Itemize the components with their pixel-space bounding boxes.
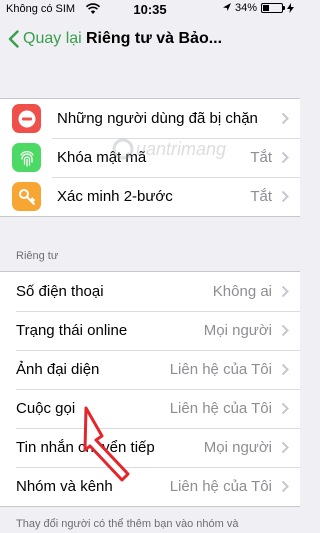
location-icon bbox=[222, 3, 231, 11]
chevron-right-icon bbox=[281, 151, 289, 164]
row-value: Tắt bbox=[250, 188, 272, 205]
two-step-icon-tile bbox=[12, 182, 41, 211]
passcode-icon-tile bbox=[12, 143, 41, 172]
security-group: Những người dùng đã bị chặn Khóa mật mã … bbox=[0, 98, 300, 217]
chevron-right-icon bbox=[281, 324, 289, 337]
row-label: Khóa mật mã bbox=[57, 149, 147, 166]
page-title: Riêng tư và Bảo... bbox=[86, 30, 223, 47]
section-header-privacy: Riêng tư bbox=[16, 250, 59, 262]
charging-icon bbox=[287, 3, 294, 13]
status-bar: Không có SIM 10:35 34% bbox=[0, 0, 300, 20]
profile-photo-row[interactable]: Ảnh đại diện Liên hệ của Tôi bbox=[0, 350, 300, 389]
navigation-bar: Quay lại Riêng tư và Bảo... bbox=[0, 20, 300, 64]
online-status-row[interactable]: Trạng thái online Mọi người bbox=[0, 311, 300, 350]
chevron-right-icon bbox=[281, 441, 289, 454]
blocked-users-row[interactable]: Những người dùng đã bị chặn bbox=[0, 99, 300, 138]
row-label: Tin nhắn chuyển tiếp bbox=[16, 439, 155, 456]
status-right-group: 34% bbox=[222, 2, 294, 14]
row-label: Những người dùng đã bị chặn bbox=[57, 110, 258, 127]
key-icon bbox=[18, 188, 35, 205]
row-label: Trạng thái online bbox=[16, 322, 128, 339]
phone-number-row[interactable]: Số điện thoại Không ai bbox=[0, 272, 300, 311]
battery-icon bbox=[261, 3, 285, 13]
privacy-footer-note: Thay đổi người có thể thêm bạn vào nhóm … bbox=[16, 518, 239, 530]
chevron-right-icon bbox=[281, 363, 289, 376]
row-value: Liên hệ của Tôi bbox=[169, 400, 272, 417]
row-value: Không ai bbox=[212, 283, 272, 300]
battery-percent: 34% bbox=[234, 2, 257, 14]
chevron-right-icon bbox=[281, 112, 289, 125]
chevron-right-icon bbox=[281, 190, 289, 203]
chevron-right-icon bbox=[281, 480, 289, 493]
passcode-lock-row[interactable]: Khóa mật mã Tắt bbox=[0, 138, 300, 177]
row-value: Mọi người bbox=[203, 439, 272, 456]
row-label: Ảnh đại diện bbox=[16, 361, 100, 378]
minus-circle-icon bbox=[18, 110, 35, 127]
row-value: Mọi người bbox=[203, 322, 272, 339]
two-step-verification-row[interactable]: Xác minh 2-bước Tắt bbox=[0, 177, 300, 216]
blocked-icon-tile bbox=[12, 104, 41, 133]
back-label: Quay lại bbox=[23, 30, 82, 47]
privacy-group: Số điện thoại Không ai Trạng thái online… bbox=[0, 271, 300, 507]
row-label: Xác minh 2-bước bbox=[57, 188, 173, 205]
row-value: Tắt bbox=[250, 149, 272, 166]
battery-fill bbox=[263, 5, 269, 11]
row-label: Cuộc gọi bbox=[16, 400, 76, 417]
row-value: Liên hệ của Tôi bbox=[169, 478, 272, 495]
back-button[interactable]: Quay lại bbox=[8, 30, 82, 48]
chevron-right-icon bbox=[281, 285, 289, 298]
chevron-left-icon bbox=[8, 30, 19, 48]
fingerprint-icon bbox=[19, 150, 34, 167]
chevron-right-icon bbox=[281, 402, 289, 415]
row-label: Số điện thoại bbox=[16, 283, 104, 300]
groups-and-channels-row[interactable]: Nhóm và kênh Liên hệ của Tôi bbox=[0, 467, 300, 506]
row-label: Nhóm và kênh bbox=[16, 478, 113, 495]
calls-row[interactable]: Cuộc gọi Liên hệ của Tôi bbox=[0, 389, 300, 428]
forwarded-messages-row[interactable]: Tin nhắn chuyển tiếp Mọi người bbox=[0, 428, 300, 467]
row-value: Liên hệ của Tôi bbox=[169, 361, 272, 378]
